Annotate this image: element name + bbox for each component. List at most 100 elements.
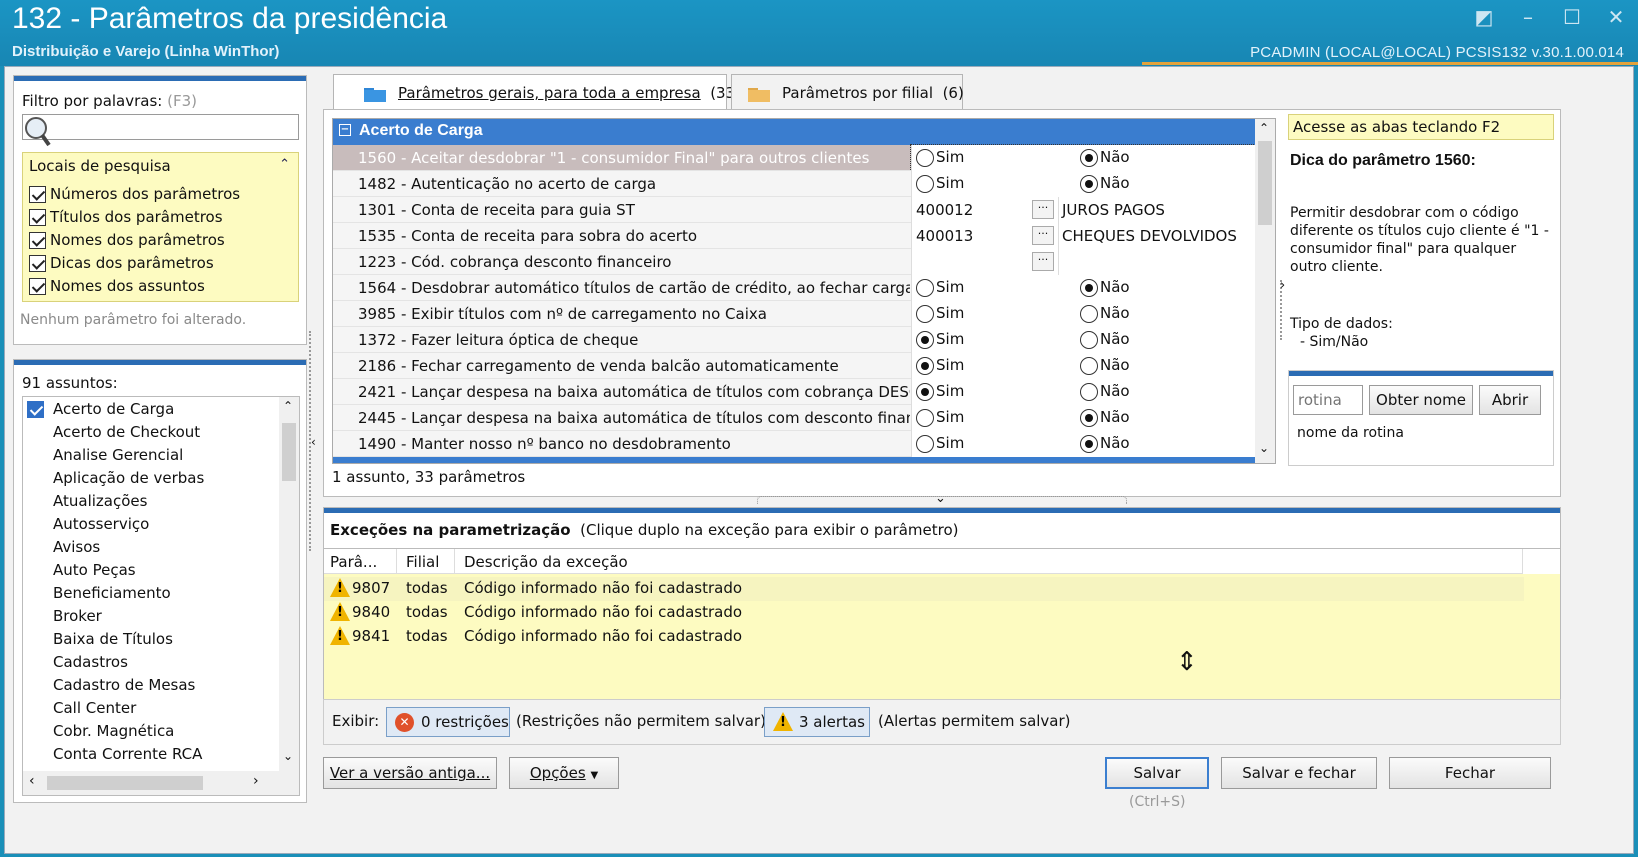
list-item[interactable]: Auto Peças <box>53 561 136 579</box>
collapse-left-icon[interactable]: ‹ <box>311 435 316 449</box>
subject-checkbox[interactable] <box>27 400 48 418</box>
parameter-value-cell[interactable]: Sim Não <box>911 327 1255 353</box>
radio-icon[interactable] <box>916 356 934 375</box>
list-item[interactable]: Call Center <box>53 699 136 717</box>
radio-yes[interactable]: Sim <box>916 174 964 193</box>
list-item[interactable]: Autosserviço <box>53 515 149 533</box>
subjects-vscrollbar[interactable]: ⌃ ⌄ <box>279 397 299 771</box>
radio-no[interactable]: Não <box>1080 148 1130 167</box>
list-item[interactable]: Aplicação de verbas <box>53 469 204 487</box>
collapse-group-icon[interactable]: − <box>339 124 351 136</box>
radio-no[interactable]: Não <box>1080 174 1130 193</box>
radio-icon[interactable] <box>916 304 934 323</box>
radio-icon[interactable] <box>1080 434 1098 453</box>
radio-no[interactable]: Não <box>1080 382 1130 401</box>
option-5[interactable]: Nomes dos assuntos <box>29 277 205 295</box>
parameter-value-cell[interactable]: Sim Não <box>910 144 1256 172</box>
parameter-value-cell[interactable]: Sim Não <box>911 405 1255 431</box>
scroll-down-icon[interactable]: ⌄ <box>283 749 293 763</box>
parameter-value-cell[interactable]: 400012 ··· JUROS PAGOS <box>911 197 1255 223</box>
radio-no[interactable]: Não <box>1080 304 1130 323</box>
radio-yes[interactable]: Sim <box>916 304 964 323</box>
radio-icon[interactable] <box>1080 278 1098 297</box>
radio-yes[interactable]: Sim <box>916 330 964 349</box>
radio-no[interactable]: Não <box>1080 356 1130 375</box>
routine-input[interactable] <box>1293 385 1363 415</box>
collapse-icon[interactable]: ⌃ <box>279 157 290 172</box>
checkbox-icon[interactable] <box>29 232 46 249</box>
tab-general[interactable]: Parâmetros gerais, para toda a empresa (… <box>333 74 741 110</box>
checkbox-icon[interactable] <box>29 186 46 203</box>
radio-icon[interactable] <box>1080 382 1098 401</box>
option-3[interactable]: Nomes dos parâmetros <box>29 231 225 249</box>
collapse-down-icon[interactable]: ⌄ <box>935 491 946 506</box>
col-branch[interactable]: Filial <box>406 553 439 571</box>
list-item[interactable]: Cadastros <box>53 653 128 671</box>
radio-no[interactable]: Não <box>1080 330 1130 349</box>
list-item[interactable]: Acerto de Checkout <box>53 423 200 441</box>
parameter-value-cell[interactable]: Sim Não <box>911 431 1255 457</box>
table-row[interactable]: 1482 - Autenticação no acerto de carga Si… <box>333 171 1255 197</box>
table-row[interactable]: 3985 - Exibir títulos com nº de carregam… <box>333 301 1255 327</box>
checkbox-icon[interactable] <box>29 209 46 226</box>
scroll-thumb[interactable] <box>282 423 296 481</box>
checkbox-icon[interactable] <box>27 401 44 418</box>
alerts-button[interactable]: ! 3 alertas <box>764 707 870 737</box>
radio-icon[interactable] <box>1080 174 1098 193</box>
radio-yes[interactable]: Sim <box>916 382 964 401</box>
close-icon[interactable]: ✕ <box>1604 6 1628 28</box>
scroll-left-icon[interactable]: ‹ <box>29 773 35 789</box>
checkbox-icon[interactable] <box>29 278 46 295</box>
save-button[interactable]: Salvar <box>1105 757 1209 789</box>
option-2[interactable]: Títulos dos parâmetros <box>29 208 223 226</box>
radio-icon[interactable] <box>1080 356 1098 375</box>
table-row[interactable]: 1535 - Conta de receita para sobra do ac… <box>333 223 1255 249</box>
scroll-up-icon[interactable]: ⌃ <box>1259 121 1269 135</box>
lookup-button-icon[interactable]: ··· <box>1032 226 1054 245</box>
radio-yes[interactable]: Sim <box>916 278 964 297</box>
radio-no[interactable]: Não <box>1080 434 1130 453</box>
col-description[interactable]: Descrição da exceção <box>464 553 628 571</box>
filter-search-input[interactable] <box>22 114 299 140</box>
close-button[interactable]: Fechar <box>1389 757 1551 789</box>
radio-icon[interactable] <box>916 408 934 427</box>
lookup-button-icon[interactable]: ··· <box>1032 200 1054 219</box>
parameter-value-cell[interactable]: ··· <box>911 249 1255 275</box>
list-item[interactable]: Cadastro de Mesas <box>53 676 195 694</box>
restore-icon[interactable]: ◩ <box>1472 6 1496 28</box>
table-row[interactable]: 1223 - Cód. cobrança desconto financeiro… <box>333 249 1255 275</box>
table-row[interactable]: ! 9840 todas Código informado não foi ca… <box>324 601 1524 625</box>
radio-yes[interactable]: Sim <box>916 408 964 427</box>
list-item[interactable]: Beneficiamento <box>53 584 171 602</box>
parameter-value-cell[interactable]: Sim Não <box>911 275 1255 301</box>
grid-vscrollbar[interactable]: ⌃ ⌄ <box>1255 119 1275 463</box>
table-row[interactable]: 2186 - Fechar carregamento de venda balc… <box>333 353 1255 379</box>
lookup-code[interactable]: 400013 <box>916 227 973 245</box>
table-row[interactable]: ! 9841 todas Código informado não foi ca… <box>324 625 1524 649</box>
radio-icon[interactable] <box>1080 408 1098 427</box>
parameter-value-cell[interactable]: 400013 ··· CHEQUES DEVOLVIDOS <box>911 223 1255 249</box>
parameter-value-cell[interactable]: Sim Não <box>911 379 1255 405</box>
group-header[interactable]: − Acerto de Carga <box>333 119 1255 145</box>
table-row[interactable]: 2445 - Lançar despesa na baixa automátic… <box>333 405 1255 431</box>
list-item[interactable]: Broker <box>53 607 102 625</box>
radio-yes[interactable]: Sim <box>916 356 964 375</box>
minimize-icon[interactable]: – <box>1516 6 1540 28</box>
radio-icon[interactable] <box>916 174 934 193</box>
get-name-button[interactable]: Obter nome <box>1369 385 1473 415</box>
tab-per-branch[interactable]: Parâmetros por filial (6) <box>731 74 964 110</box>
scroll-thumb[interactable] <box>47 776 203 790</box>
scroll-down-icon[interactable]: ⌄ <box>1259 441 1269 455</box>
parameter-value-cell[interactable]: Sim Não <box>911 301 1255 327</box>
col-param[interactable]: Parâ... <box>330 553 377 571</box>
maximize-icon[interactable]: ☐ <box>1560 6 1584 28</box>
table-row[interactable]: 1490 - Manter nosso nº banco no desdobra… <box>333 431 1255 457</box>
list-item[interactable]: Conta Corrente RCA <box>53 745 202 763</box>
table-row[interactable]: 1372 - Fazer leitura óptica de cheque Sim… <box>333 327 1255 353</box>
radio-yes[interactable]: Sim <box>916 148 964 167</box>
list-item[interactable]: Atualizações <box>53 492 147 510</box>
list-item[interactable]: Baixa de Títulos <box>53 630 173 648</box>
radio-icon[interactable] <box>916 148 934 167</box>
radio-yes[interactable]: Sim <box>916 434 964 453</box>
radio-no[interactable]: Não <box>1080 408 1130 427</box>
